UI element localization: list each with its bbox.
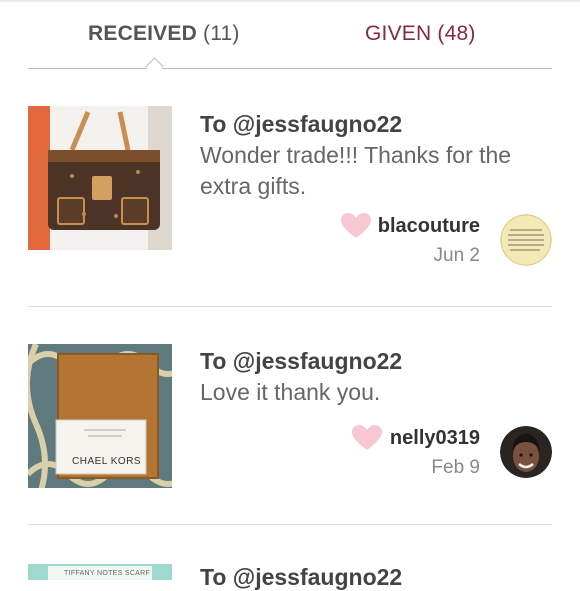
- recipient-line: To @jessfaugno22: [200, 564, 403, 590]
- tab-underline: [28, 68, 552, 69]
- handbag-photo-icon: [28, 106, 172, 250]
- text-avatar-icon: [500, 214, 552, 266]
- sender-username[interactable]: nelly0319: [390, 427, 480, 450]
- note-date: Jun 2: [433, 245, 480, 266]
- scarf-box-photo-thumbnail[interactable]: TIFFANY NOTES SCARF: [28, 564, 172, 580]
- wallet-photo-thumbnail[interactable]: CHAEL KORS: [28, 344, 172, 488]
- sender-username[interactable]: blacouture: [378, 215, 480, 238]
- scarf-box-caption: TIFFANY NOTES SCARF: [64, 570, 151, 577]
- recipient-line: To @jessfaugno22: [200, 111, 403, 137]
- comment-text: Love it thank you.: [200, 379, 381, 405]
- sender-avatar[interactable]: [500, 214, 552, 266]
- heart-icon[interactable]: [341, 213, 371, 239]
- active-tab-caret: [145, 57, 164, 76]
- note-date: Feb 9: [431, 457, 480, 478]
- tab-given-count: (48): [437, 22, 476, 45]
- sender-avatar[interactable]: [500, 426, 552, 478]
- tab-received[interactable]: RECEIVED (11): [88, 22, 240, 46]
- love-notes-tabs: RECEIVED (11) GIVEN (48): [28, 0, 552, 76]
- tab-given[interactable]: GIVEN (48): [365, 22, 476, 46]
- wallet-box-caption: CHAEL KORS: [72, 456, 142, 467]
- comment-text: Wonder trade!!! Thanks for the extra gif…: [200, 142, 512, 199]
- handbag-photo-thumbnail[interactable]: [28, 106, 172, 250]
- item-divider: [28, 306, 552, 307]
- recipient-line: To @jessfaugno22: [200, 348, 403, 374]
- tab-given-label: GIVEN: [365, 22, 432, 45]
- person-avatar-icon: [500, 426, 552, 478]
- item-divider: [28, 524, 552, 525]
- heart-icon[interactable]: [352, 425, 382, 451]
- tab-received-count: (11): [203, 22, 240, 45]
- tab-received-label: RECEIVED: [88, 22, 197, 45]
